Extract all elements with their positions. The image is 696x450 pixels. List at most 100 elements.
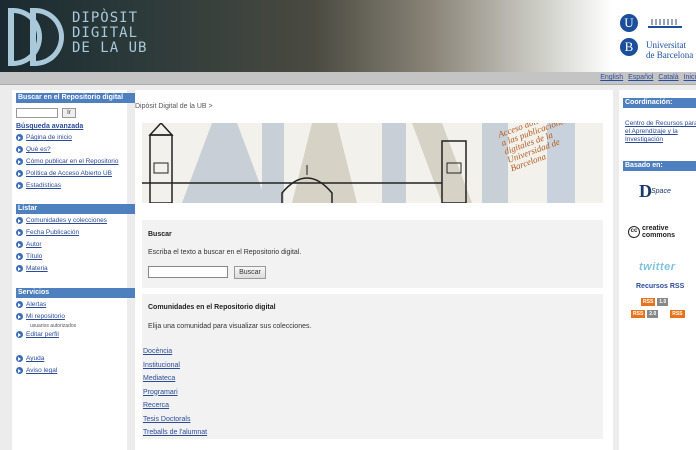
search-instructions: Escriba el texto a buscar en el Reposito… (148, 249, 302, 256)
arrow-bullet-icon (16, 170, 23, 177)
site-header: DIPÒSIT DIGITAL DE LA UB U B Universitat… (0, 0, 696, 72)
banner-image: Acceso abierto a las publicaciones digit… (142, 123, 603, 203)
cc-icon: cc (628, 226, 640, 238)
list-item[interactable]: Qué es? (16, 145, 119, 157)
alerts-link[interactable]: Alertas (26, 301, 46, 308)
list-item[interactable]: Programari (143, 386, 207, 400)
cc-line: commons (642, 232, 676, 239)
list-item[interactable]: Mediateca (143, 372, 207, 386)
based-on-header: Basado en: (623, 161, 696, 171)
list-item[interactable]: Política de Acceso Abierto UB (16, 169, 119, 181)
edit-profile-link[interactable]: Editar perfil (26, 331, 59, 338)
lang-english-link[interactable]: English (600, 74, 623, 81)
search-panel-title: Buscar (148, 231, 172, 238)
list-item[interactable]: Mi repositorio usuarios autorizados (16, 312, 76, 330)
arrow-bullet-icon (16, 313, 23, 320)
logo-line: DIPÒSIT (72, 10, 139, 26)
community-link[interactable]: Programari (143, 389, 178, 396)
main-area: Buscar en el Repositorio digital Ir Búsq… (0, 85, 696, 450)
list-item[interactable]: Fecha Publicación (16, 228, 107, 240)
breadcrumb[interactable]: Dipòsit Digital de la UB > (135, 103, 213, 110)
community-link[interactable]: Recerca (143, 402, 169, 409)
rss-version-badge[interactable]: 2.0 (647, 310, 659, 318)
legal-notice-link[interactable]: Aviso legal (26, 367, 57, 374)
list-item[interactable]: Editar perfil (16, 330, 65, 342)
ub-logo[interactable]: U B Universitat de Barcelona (620, 14, 696, 68)
nav-link[interactable]: Página de inicio (26, 134, 72, 141)
search-input[interactable] (148, 266, 228, 278)
language-links: English Español Català Inici (597, 74, 696, 81)
cc-line: creative (642, 225, 669, 232)
rss-title: Recursos RSS (636, 283, 685, 290)
nav-link[interactable]: Estadísticas (26, 182, 61, 189)
rss-badge[interactable]: RSS (670, 310, 685, 318)
community-link[interactable]: Mediateca (143, 375, 175, 382)
community-link[interactable]: Tesis Doctorals (143, 416, 190, 423)
twitter-logo[interactable]: twitter (639, 261, 676, 273)
arrow-bullet-icon (16, 367, 23, 374)
search-button[interactable]: Buscar (234, 266, 266, 279)
logo-line: DE LA UB (72, 40, 148, 56)
search-header: Buscar en el Repositorio digital (16, 93, 136, 103)
communities-title: Comunidades en el Repositorio digital (148, 304, 276, 311)
crai-link[interactable]: Centro de Recursos para el Aprendizaje y… (625, 120, 696, 144)
community-link[interactable]: Docència (143, 348, 172, 355)
coordination-header: Coordinación: (623, 98, 696, 108)
arrow-bullet-icon (16, 265, 23, 272)
browse-link[interactable]: Título (26, 253, 42, 260)
home-link[interactable]: Inici (684, 74, 696, 81)
dspace-label: Space (651, 188, 671, 195)
nav-link[interactable]: Cómo publicar en el Repositorio (26, 158, 119, 165)
my-repository-link[interactable]: Mi repositorio (26, 313, 65, 320)
list-item[interactable]: Recerca (143, 399, 207, 413)
search-panel: Buscar Escriba el texto a buscar en el R… (142, 220, 603, 288)
main-links: Página de inicio Qué es? Cómo publicar e… (16, 133, 119, 193)
logo-line: DIGITAL (72, 25, 139, 41)
list-item[interactable]: Página de inicio (16, 133, 119, 145)
arrow-bullet-icon (16, 331, 23, 338)
cc-text: creative commons (642, 225, 675, 239)
nav-link[interactable]: Política de Acceso Abierto UB (26, 170, 112, 177)
help-link[interactable]: Ayuda (26, 355, 44, 362)
rss-version-badge[interactable]: 1.0 (657, 298, 669, 306)
rss-row: RSS 2.0 RSS (631, 310, 685, 318)
list-item[interactable]: Comunidades y colecciones (16, 216, 107, 228)
dspace-logo[interactable]: D Space (639, 181, 683, 201)
list-item[interactable]: Autor (16, 240, 107, 252)
browse-link[interactable]: Fecha Publicación (26, 229, 79, 236)
ub-b-icon: B (620, 38, 638, 56)
rss-badge[interactable]: RSS (631, 310, 646, 318)
list-item[interactable]: Institucional (143, 359, 207, 373)
list-item[interactable]: Ayuda (16, 354, 57, 366)
arrow-bullet-icon (16, 134, 23, 141)
list-item[interactable]: Estadísticas (16, 181, 119, 193)
list-item[interactable]: Materia (16, 264, 107, 276)
list-item[interactable]: Aviso legal (16, 366, 57, 378)
browse-link[interactable]: Comunidades y colecciones (26, 217, 107, 224)
community-link[interactable]: Institucional (143, 362, 180, 369)
dd-logo-icon[interactable] (8, 8, 64, 66)
list-item[interactable]: Treballs de l'alumnat (143, 426, 207, 440)
browse-link[interactable]: Autor (26, 241, 42, 248)
ub-name: Universitat de Barcelona (646, 40, 693, 60)
sidebar-search-input[interactable] (16, 108, 58, 118)
arrow-bullet-icon (16, 158, 23, 165)
list-item[interactable]: Título (16, 252, 107, 264)
center-content: Dipòsit Digital de la UB > Acceso abiert… (135, 90, 613, 450)
sidebar-search-button[interactable]: Ir (62, 108, 76, 118)
community-link[interactable]: Treballs de l'alumnat (143, 429, 207, 436)
list-item[interactable]: Tesis Doctorals (143, 413, 207, 427)
browse-link[interactable]: Materia (26, 265, 48, 272)
nav-link[interactable]: Qué es? (26, 146, 51, 153)
site-logo-text[interactable]: DIPÒSIT DIGITAL DE LA UB (72, 11, 147, 56)
list-item[interactable]: Docència (143, 345, 207, 359)
communities-instructions: Elija una comunidad para visualizar sus … (148, 323, 312, 330)
communities-panel: Comunidades en el Repositorio digital El… (142, 294, 603, 439)
advanced-search-link[interactable]: Búsqueda avanzada (16, 123, 83, 130)
lang-catala-link[interactable]: Català (658, 74, 678, 81)
left-sidebar: Buscar en el Repositorio digital Ir Búsq… (12, 90, 136, 450)
rss-badge[interactable]: RSS (641, 298, 656, 306)
list-item[interactable]: Cómo publicar en el Repositorio (16, 157, 119, 169)
lang-espanol-link[interactable]: Español (628, 74, 653, 81)
list-item[interactable]: Alertas (16, 300, 65, 312)
